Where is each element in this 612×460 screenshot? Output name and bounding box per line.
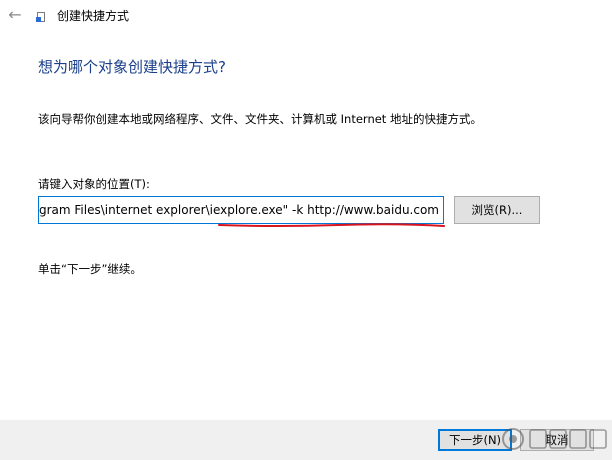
browse-button[interactable]: 浏览(R)... (454, 196, 540, 224)
window-title: 创建快捷方式 (57, 9, 130, 23)
shortcut-app-icon (36, 12, 46, 22)
location-label: 请键入对象的位置(T): (38, 177, 150, 191)
watermark-logo-icon (502, 428, 607, 450)
title-bar: ← 创建快捷方式 (0, 0, 612, 32)
wizard-description: 该向导帮你创建本地或网络程序、文件、文件夹、计算机或 Internet 地址的快… (38, 112, 482, 126)
wizard-heading: 想为哪个对象创建快捷方式? (38, 58, 226, 76)
red-underline-annotation (218, 223, 445, 227)
location-input-value: ogram Files\internet explorer\iexplore.e… (38, 203, 439, 217)
location-input[interactable]: ogram Files\internet explorer\iexplore.e… (38, 196, 444, 224)
back-arrow-icon[interactable]: ← (4, 4, 26, 26)
continue-hint: 单击“下一步”继续。 (38, 262, 142, 276)
